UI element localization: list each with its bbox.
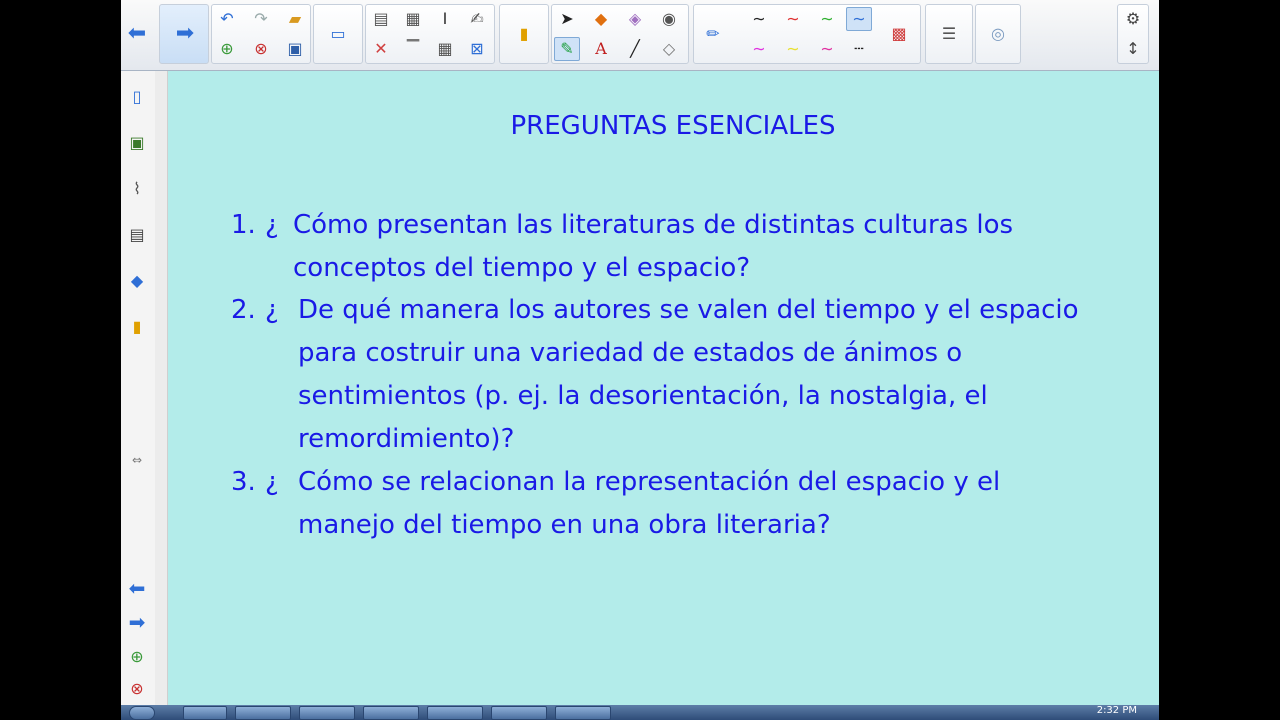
select-arrow-icon[interactable]: ➤ [554,7,580,31]
notebook-app-window: ⬅ ➡ ↶ ↷ ▰ ⊕ ⊗ ▣ ▭ ▤ ▦ Ⅰ ✍ ✕ ▔ ▦ ⊠ ▮ ➤ ◆ … [121,0,1159,705]
question-mark: ¿ [265,467,279,497]
object-group: ▤ ▦ Ⅰ ✍ ✕ ▔ ▦ ⊠ [365,4,495,64]
delete-page-side-icon[interactable]: ⊗ [124,675,150,701]
line-props-group: ☰ [925,4,973,64]
side-tabs: ▯ ▣ ⌇ ▤ ◆ ▮ ⇔ ⬅ ➡ ⊕ ⊗ [121,71,156,705]
question-text: Cómo presentan las literaturas de distin… [293,210,1014,283]
taskbar-capture-icon[interactable] [555,706,611,720]
system-clock[interactable]: 2:32 PM [1097,705,1137,716]
properties-icon[interactable]: ▤ [124,221,150,247]
question-mark: ¿ [265,295,279,325]
delete-icon[interactable]: ✕ [368,37,394,61]
display-group: ▭ [313,4,363,64]
taskbar-media-icon[interactable] [299,706,355,720]
handwriting-icon[interactable]: ✍ [464,7,490,31]
taskbar-chrome-icon[interactable] [363,706,419,720]
line-dashed-icon[interactable]: ┄ [846,37,872,61]
response-group: ▮ [499,4,549,64]
pen-icon[interactable]: ✎ [554,37,580,61]
line-blue-icon[interactable]: ∼ [846,7,872,31]
line-red-icon[interactable]: ∼ [780,7,806,31]
pencil-icon[interactable]: ✏ [700,22,726,46]
save-icon[interactable]: ▣ [282,37,308,61]
color-palette-icon[interactable]: ▩ [886,22,912,46]
line-green-icon[interactable]: ∼ [814,7,840,31]
add-page-icon[interactable]: ⊕ [214,37,240,61]
whiteboard-canvas[interactable]: PREGUNTAS ESENCIALES 1. ¿ Cómo presentan… [168,71,1159,705]
addons-icon[interactable]: ◆ [124,267,150,293]
gallery-icon[interactable]: ▣ [124,129,150,155]
eraser-icon[interactable]: ◈ [622,7,648,31]
question-number: 3. [231,467,256,497]
gear-icon[interactable]: ⚙ [1120,7,1146,31]
question-text: Cómo se relacionan la representación del… [298,467,1001,540]
screen-shade-icon[interactable]: ▔ [400,37,426,61]
delete-page-icon[interactable]: ⊗ [248,37,274,61]
forward-group: ➡ [159,4,209,64]
screen-display-icon[interactable]: ▭ [325,22,351,46]
question-1: 1. ¿ Cómo presentan las literaturas de d… [231,204,1131,294]
start-button[interactable] [129,706,155,720]
question-number: 2. [231,295,256,325]
page-title: PREGUNTAS ESENCIALES [510,111,836,141]
close-icon[interactable]: ⊠ [464,37,490,61]
question-number: 1. [231,210,256,240]
redo-icon[interactable]: ↷ [248,7,274,31]
windows-taskbar: 2:32 PM [121,705,1159,720]
taskbar-notebook-icon[interactable] [427,706,483,720]
pen-tools-group: ➤ ◆ ◈ ◉ ✎ A ╱ ◇ [551,4,689,64]
add-page-side-icon[interactable]: ⊕ [124,643,150,669]
undo-icon[interactable]: ↶ [214,7,240,31]
question-3: 3. ¿ Cómo se relacionan la representació… [231,461,1131,551]
question-2: 2. ¿ De qué manera los autores se valen … [231,289,1171,464]
toolbar-position-icon[interactable]: ↕ [1120,37,1146,61]
text-a-icon[interactable]: A [588,37,614,61]
forward-arrow-icon[interactable]: ➡ [172,22,198,46]
question-text: De qué manera los autores se valen del t… [298,295,1079,454]
next-page-icon[interactable]: ➡ [124,609,150,635]
attachments-icon[interactable]: ⌇ [124,175,150,201]
back-arrow-icon[interactable]: ⬅ [123,20,151,48]
line-icon[interactable]: ╱ [622,37,648,61]
previous-page-icon[interactable]: ⬅ [124,575,150,601]
question-mark: ¿ [265,210,279,240]
eraser-small-icon[interactable]: ◇ [656,37,682,61]
main-toolbar: ⬅ ➡ ↶ ↷ ▰ ⊕ ⊗ ▣ ▭ ▤ ▦ Ⅰ ✍ ✕ ▔ ▦ ⊠ ▮ ➤ ◆ … [121,0,1159,71]
shape-icon[interactable]: ◆ [588,7,614,31]
screen-capture-icon[interactable]: ▦ [400,7,426,31]
transparency-group: ◎ [975,4,1021,64]
line-properties-icon[interactable]: ☰ [936,22,962,46]
vertical-scrollbar[interactable] [155,71,168,705]
open-folder-icon[interactable]: ▰ [282,7,308,31]
line-magenta-icon[interactable]: ∼ [746,37,772,61]
taskbar-ie-icon[interactable] [183,706,227,720]
text-tool-icon[interactable]: Ⅰ [432,7,458,31]
fill-icon[interactable]: ◉ [656,7,682,31]
screen-border [1159,0,1280,705]
resize-handle-icon[interactable]: ⇔ [124,447,150,473]
response-icon[interactable]: ▮ [511,22,537,46]
paste-icon[interactable]: ▤ [368,7,394,31]
taskbar-explorer-icon[interactable] [235,706,291,720]
page-sorter-icon[interactable]: ▯ [124,83,150,109]
line-black-icon[interactable]: ∼ [746,7,772,31]
line-pink-dashed-icon[interactable]: ∼ [814,37,840,61]
line-yellow-icon[interactable]: ∼ [780,37,806,61]
edit-group: ↶ ↷ ▰ ⊕ ⊗ ▣ [211,4,311,64]
table-icon[interactable]: ▦ [432,37,458,61]
line-styles-group: ✏ ∼ ∼ ∼ ∼ ∼ ∼ ∼ ┄ ▩ [693,4,921,64]
taskbar-word-icon[interactable] [491,706,547,720]
transparency-icon[interactable]: ◎ [985,22,1011,46]
response-tab-icon[interactable]: ▮ [124,313,150,339]
settings-group: ⚙ ↕ [1117,4,1149,64]
